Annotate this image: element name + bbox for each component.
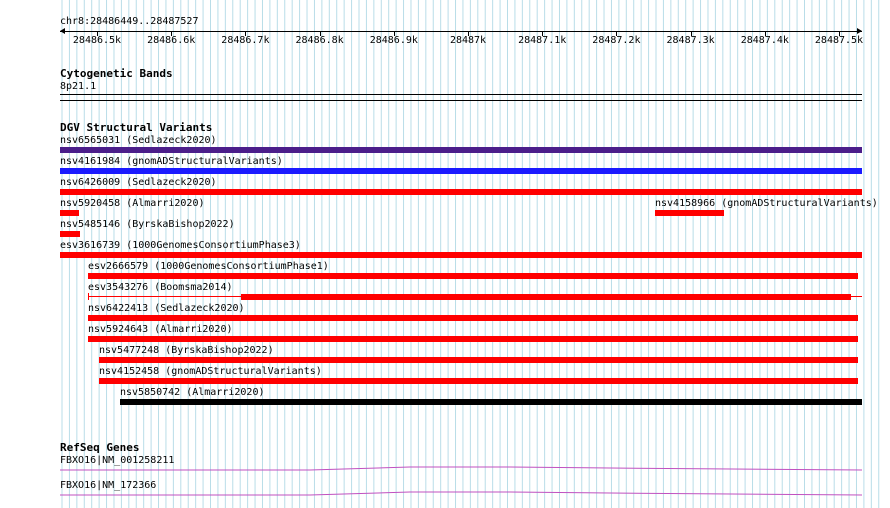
ruler-tick-label: 28486.5k bbox=[72, 35, 122, 46]
variant-label: nsv4152458 (gnomADStructuralVariants) bbox=[99, 366, 322, 377]
variant-label: nsv4161984 (gnomADStructuralVariants) bbox=[60, 156, 283, 167]
variant-bar[interactable] bbox=[99, 378, 858, 384]
dgv-track-title: DGV Structural Variants bbox=[60, 121, 213, 134]
variant-bar[interactable] bbox=[88, 273, 858, 279]
genome-browser-view: chr8:28486449..28487527 28486.5k 28486.6k… bbox=[0, 0, 890, 508]
variant-bar[interactable] bbox=[99, 357, 858, 363]
variant-bar[interactable] bbox=[241, 294, 851, 300]
variant-bar[interactable] bbox=[60, 189, 862, 195]
variant-label: nsv6426009 (Sedlazeck2020) bbox=[60, 177, 217, 188]
variant-bar[interactable] bbox=[88, 315, 858, 321]
gene-model[interactable] bbox=[60, 488, 862, 498]
variant-label: nsv6422413 (Sedlazeck2020) bbox=[88, 303, 245, 314]
variant-label: nsv5485146 (ByrskaBishop2022) bbox=[60, 219, 235, 230]
variant-label: nsv5920458 (Almarri2020) bbox=[60, 198, 205, 209]
gene-model[interactable] bbox=[60, 463, 862, 473]
variant-label: nsv5850742 (Almarri2020) bbox=[120, 387, 265, 398]
ruler-left-arrow-icon bbox=[60, 28, 65, 34]
variant-label: nsv5924643 (Almarri2020) bbox=[88, 324, 233, 335]
ruler-tick-label: 28486.6k bbox=[147, 35, 196, 46]
variant-bar[interactable] bbox=[60, 252, 862, 258]
ruler-tick-label: 28487.2k bbox=[592, 35, 641, 46]
variant-label: esv3543276 (Boomsma2014) bbox=[88, 282, 233, 293]
ruler[interactable]: 28486.5k 28486.6k 28486.7k 28486.8k 28486.9k… bbox=[60, 28, 864, 48]
ruler-right-arrow-icon bbox=[857, 28, 862, 34]
cytoband-track-title: Cytogenetic Bands bbox=[60, 67, 173, 80]
coordinate-label: chr8:28486449..28487527 bbox=[60, 16, 199, 27]
variant-label: nsv5477248 (ByrskaBishop2022) bbox=[99, 345, 274, 356]
ruler-tick-label: 28487.1k bbox=[518, 35, 567, 46]
ruler-tick-label: 28487.5k bbox=[814, 35, 864, 46]
ruler-tick-label: 28487k bbox=[449, 35, 487, 46]
refseq-track-title: RefSeq Genes bbox=[60, 441, 140, 454]
variant-label: nsv4158966 (gnomADStructuralVariants) bbox=[655, 198, 878, 209]
cytoband-label: 8p21.1 bbox=[60, 81, 97, 92]
variant-bar[interactable] bbox=[655, 210, 724, 216]
variant-label: esv3616739 (1000GenomesConsortiumPhase3) bbox=[60, 240, 301, 251]
ruler-tick-label: 28487.4k bbox=[740, 35, 789, 46]
variant-bar[interactable] bbox=[88, 336, 858, 342]
ruler-tick-label: 28486.9k bbox=[369, 35, 418, 46]
ruler-tick-label: 28487.3k bbox=[666, 35, 715, 46]
variant-label: esv2666579 (1000GenomesConsortiumPhase1) bbox=[88, 261, 329, 272]
ruler-tick-label: 28486.7k bbox=[221, 35, 270, 46]
cytoband-track-line[interactable] bbox=[60, 94, 862, 95]
variant-bar[interactable] bbox=[60, 168, 862, 174]
track-divider bbox=[60, 100, 862, 101]
variant-label: nsv6565031 (Sedlazeck2020) bbox=[60, 135, 217, 146]
variant-tick bbox=[88, 293, 89, 300]
variant-bar[interactable] bbox=[60, 231, 80, 237]
ruler-line bbox=[60, 31, 862, 32]
variant-bar[interactable] bbox=[60, 210, 79, 216]
variant-bar[interactable] bbox=[60, 147, 862, 153]
ruler-tick-label: 28486.8k bbox=[295, 35, 344, 46]
variant-bar[interactable] bbox=[120, 399, 862, 405]
